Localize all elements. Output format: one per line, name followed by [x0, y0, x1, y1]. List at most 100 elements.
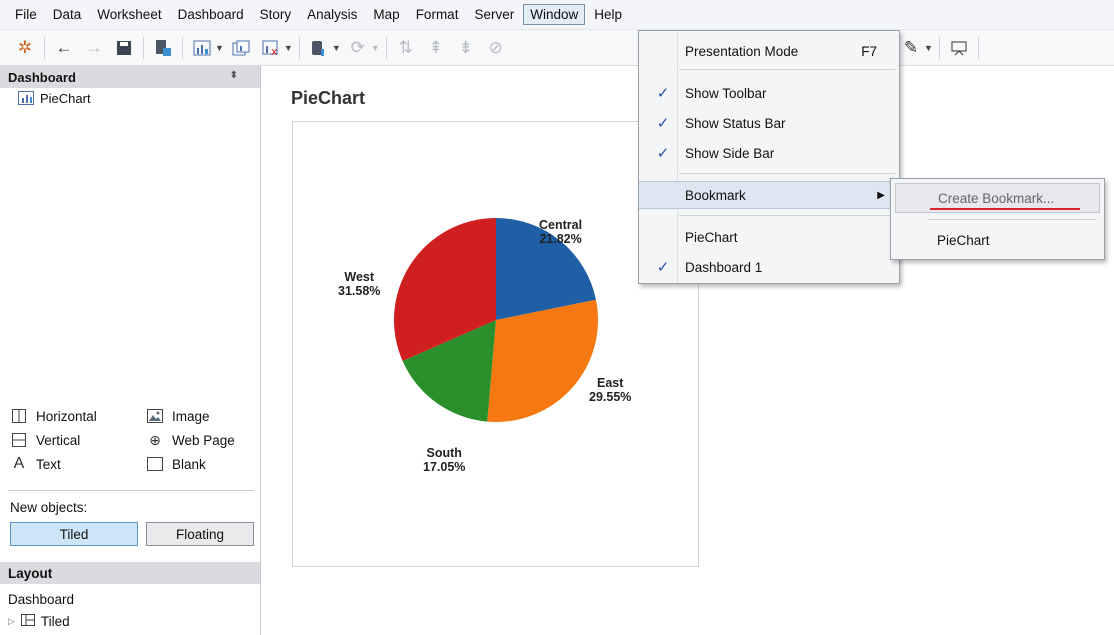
datasource-icon[interactable] [308, 37, 330, 59]
menubar: File Data Worksheet Dashboard Story Analysis M… [0, 0, 1114, 30]
pie-label-percent: 21.82% [539, 232, 582, 246]
menu-help[interactable]: Help [587, 4, 629, 25]
layout-tiled-item[interactable]: ▷ Tiled [8, 614, 70, 629]
annotation-underline [930, 208, 1080, 210]
dropdown-arrow-icon[interactable]: ▼ [924, 43, 933, 53]
pie-label-name: South [426, 446, 462, 460]
menu-data[interactable]: Data [46, 4, 89, 25]
object-text[interactable]: A Text [10, 454, 146, 474]
menu-separator [927, 219, 1097, 220]
dropdown-arrow-icon[interactable]: ▼ [371, 43, 380, 53]
divider [8, 490, 254, 491]
save-icon[interactable] [113, 37, 135, 59]
menu-item-label: Show Status Bar [685, 115, 786, 131]
pie-label-percent: 31.58% [338, 284, 381, 298]
objects-palette: Horizontal Image Vertical ⊕ Web Page A T… [10, 406, 250, 474]
menu-separator [679, 215, 895, 216]
menu-format[interactable]: Format [409, 4, 466, 25]
highlight-icon[interactable]: ⊘ [485, 37, 507, 59]
duplicate-icon[interactable] [230, 37, 252, 59]
dashboard-panel-header: Dashboard ⬍ [0, 66, 260, 88]
text-icon: A [13, 455, 25, 472]
object-label: Web Page [172, 432, 235, 448]
checkmark-icon: ✓ [656, 115, 670, 132]
menu-analysis[interactable]: Analysis [300, 4, 364, 25]
globe-icon: ⊕ [149, 431, 161, 448]
object-label: Blank [172, 456, 206, 472]
menu-server[interactable]: Server [467, 4, 521, 25]
menu-item-show-status-bar[interactable]: ✓ Show Status Bar [639, 109, 899, 137]
menu-separator [679, 69, 895, 70]
object-label: Text [36, 456, 61, 472]
tableau-window: File Data Worksheet Dashboard Story Analysis M… [0, 0, 1114, 635]
menu-worksheet[interactable]: Worksheet [90, 4, 168, 25]
blank-icon [146, 457, 164, 471]
menu-item-label: Dashboard 1 [685, 259, 763, 275]
object-label: Image [172, 408, 210, 424]
tiled-button[interactable]: Tiled [10, 522, 138, 546]
menu-item-bookmark-piechart[interactable]: PieChart [895, 225, 1100, 255]
floating-button[interactable]: Floating [146, 522, 254, 546]
menu-separator [679, 173, 895, 174]
forward-icon[interactable]: → [83, 37, 105, 59]
menu-item-label: Presentation Mode [685, 43, 799, 59]
pie-label-name: Central [539, 218, 583, 232]
menu-item-label: PieChart [937, 232, 990, 248]
pen-icon[interactable]: ✎ [900, 37, 922, 59]
sheet-item-piechart[interactable]: PieChart [0, 88, 260, 108]
sort-asc-icon[interactable]: ⇞ [425, 37, 447, 59]
menu-item-presentation-mode[interactable]: Presentation Mode F7 [639, 37, 899, 65]
toolbar-separator [44, 36, 45, 59]
menu-item-show-toolbar[interactable]: ✓ Show Toolbar [639, 79, 899, 107]
toolbar-separator [977, 37, 979, 59]
dropdown-arrow-icon[interactable]: ▼ [332, 43, 341, 53]
pie-label-west: West 31.58% [338, 270, 380, 298]
menu-item-label: Show Side Bar [685, 145, 775, 161]
pie-label-name: West [344, 270, 375, 284]
svg-text:x: x [271, 45, 278, 56]
menu-item-sheet-dashboard-1[interactable]: ✓ Dashboard 1 [639, 253, 899, 281]
clear-icon[interactable]: x [260, 37, 282, 59]
dashboard-sheet-title: PieChart [291, 88, 366, 108]
refresh-icon[interactable]: ⟳ [347, 37, 369, 59]
object-web-page[interactable]: ⊕ Web Page [146, 430, 256, 450]
new-worksheet-icon[interactable] [191, 37, 213, 59]
horizontal-container-icon [10, 409, 28, 423]
toolbar-separator [938, 37, 940, 59]
swap-icon[interactable]: ⇅ [395, 37, 417, 59]
presentation-icon[interactable] [948, 37, 970, 59]
object-image[interactable]: Image [146, 406, 256, 426]
tiled-container-icon [20, 614, 35, 629]
menu-file[interactable]: File [8, 4, 44, 25]
object-horizontal[interactable]: Horizontal [10, 406, 146, 426]
object-vertical[interactable]: Vertical [10, 430, 146, 450]
sheet-item-label: PieChart [40, 90, 91, 106]
new-datasource-icon[interactable] [152, 37, 174, 59]
menu-item-sheet-piechart[interactable]: PieChart [639, 223, 899, 251]
menu-story[interactable]: Story [253, 4, 299, 25]
toolbar-separator [143, 36, 144, 59]
window-menu: Presentation Mode F7 ✓ Show Toolbar ✓ Sh… [638, 30, 900, 284]
menu-map[interactable]: Map [366, 4, 406, 25]
object-blank[interactable]: Blank [146, 454, 256, 474]
pie-label-central: Central 21.82% [539, 218, 582, 246]
pie-label-percent: 29.55% [589, 390, 632, 404]
layout-dashboard-item[interactable]: Dashboard [8, 592, 74, 607]
menu-dashboard[interactable]: Dashboard [171, 4, 251, 25]
menu-item-bookmark[interactable]: Bookmark ▶ [639, 181, 899, 209]
menu-window[interactable]: Window [523, 4, 586, 25]
sort-icon[interactable]: ⬍ [230, 70, 238, 81]
bookmark-submenu: Create Bookmark... PieChart [890, 178, 1105, 260]
menu-item-label: PieChart [685, 229, 738, 245]
logo-icon[interactable]: ✲ [14, 37, 36, 59]
dropdown-arrow-icon[interactable]: ▼ [215, 43, 224, 53]
checkmark-icon: ✓ [656, 85, 670, 102]
submenu-arrow-icon: ▶ [877, 189, 885, 201]
dropdown-arrow-icon[interactable]: ▼ [284, 43, 293, 53]
toolbar-separator [385, 36, 387, 59]
sort-desc-icon[interactable]: ⇟ [455, 37, 477, 59]
expand-icon[interactable]: ▷ [8, 616, 15, 627]
menu-item-show-side-bar[interactable]: ✓ Show Side Bar [639, 139, 899, 167]
back-icon[interactable]: ← [53, 37, 75, 59]
vertical-container-icon [10, 433, 28, 447]
